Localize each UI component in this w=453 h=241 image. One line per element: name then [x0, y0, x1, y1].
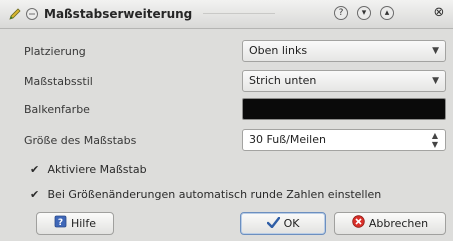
maximize-icon[interactable]: ▴	[380, 6, 394, 20]
title-bar: Maßstabserweiterung ? ▾ ▴ ⊗	[0, 0, 453, 29]
checkmark-icon: ✔	[30, 188, 40, 201]
bar-color-button[interactable]	[242, 98, 446, 120]
svg-text:?: ?	[58, 218, 63, 228]
window-menu-icon[interactable]	[25, 7, 39, 21]
ok-button[interactable]: OK	[240, 212, 326, 235]
placement-select[interactable]: Oben links ▼	[242, 40, 446, 62]
window-title: Maßstabserweiterung	[44, 7, 193, 21]
pencil-icon	[8, 7, 22, 21]
help-book-icon: ?	[54, 214, 67, 235]
chevron-down-icon: ▼	[432, 46, 439, 56]
chevron-down-icon: ▼	[432, 76, 439, 86]
cancel-label: Abbrechen	[368, 217, 429, 230]
round-numbers-checkbox[interactable]: ✔ Bei Größenänderungen automatisch runde…	[30, 188, 381, 201]
checkmark-icon: ✔	[30, 163, 40, 176]
size-label: Größe des Maßstabs	[24, 134, 137, 147]
size-spinbox[interactable]: 30 Fuß/Meilen ▲ ▼	[242, 129, 446, 151]
help-icon[interactable]: ?	[334, 6, 348, 20]
placement-label: Platzierung	[24, 45, 86, 58]
cancel-button[interactable]: Abbrechen	[334, 212, 446, 235]
title-divider	[203, 13, 275, 14]
help-label: Hilfe	[70, 217, 97, 230]
enable-scale-label: Aktiviere Maßstab	[47, 163, 147, 176]
size-value: 30 Fuß/Meilen	[249, 133, 326, 146]
style-value: Strich unten	[249, 74, 317, 87]
checkmark-icon	[266, 214, 280, 235]
close-icon[interactable]: ⊗	[432, 6, 446, 20]
cancel-icon	[352, 214, 365, 235]
round-numbers-label: Bei Größenänderungen automatisch runde Z…	[47, 188, 382, 201]
help-button[interactable]: ? Hilfe	[36, 212, 114, 235]
style-label: Maßstabsstil	[24, 75, 93, 88]
minimize-icon[interactable]: ▾	[357, 6, 371, 20]
placement-value: Oben links	[249, 44, 308, 57]
bar-color-label: Balkenfarbe	[24, 103, 90, 116]
spin-arrows-icon[interactable]: ▲ ▼	[430, 131, 440, 149]
enable-scale-checkbox[interactable]: ✔ Aktiviere Maßstab	[30, 163, 147, 176]
style-select[interactable]: Strich unten ▼	[242, 70, 446, 92]
ok-label: OK	[283, 217, 300, 230]
